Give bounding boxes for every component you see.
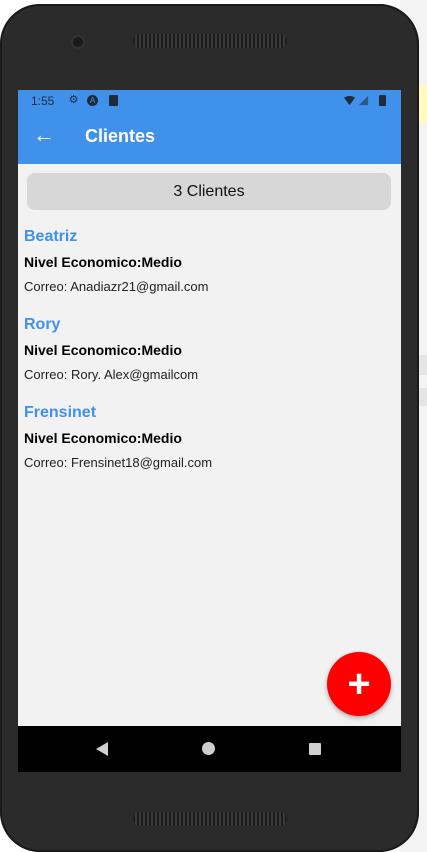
client-item[interactable]: Rory Nivel Economico:Medio Correo: Rory.… (24, 316, 384, 382)
nav-home-icon[interactable] (202, 742, 215, 755)
add-client-button[interactable]: + (327, 652, 391, 716)
app-bar: ← Clientes (18, 112, 401, 164)
status-time: 1:55 (31, 94, 55, 108)
client-email: Correo: Rory. Alex@gmailcom (24, 367, 199, 382)
app-screen: 1:55 ⚙ A ← Clientes 3 Clientes Beatriz N… (18, 90, 401, 772)
nav-recents-icon[interactable] (309, 743, 321, 755)
phone-frame: 1:55 ⚙ A ← Clientes 3 Clientes Beatriz N… (0, 4, 419, 852)
signal-icon (358, 95, 369, 106)
top-speaker (133, 34, 287, 48)
status-bar: 1:55 ⚙ A (18, 90, 401, 112)
sd-card-icon (109, 95, 118, 106)
bottom-speaker (133, 812, 287, 826)
client-count-button[interactable]: 3 Clientes (27, 173, 391, 210)
client-item[interactable]: Frensinet Nivel Economico:Medio Correo: … (24, 404, 384, 470)
settings-icon: ⚙ (68, 94, 79, 106)
nav-back-icon[interactable] (96, 742, 108, 756)
client-email: Correo: Frensinet18@gmail.com (24, 455, 213, 470)
page-title: Clientes (85, 126, 156, 146)
client-name: Rory (24, 316, 61, 333)
client-name: Beatriz (24, 228, 78, 245)
client-item[interactable]: Beatriz Nivel Economico:Medio Correo: An… (24, 228, 384, 294)
client-name: Frensinet (24, 404, 97, 421)
client-email: Correo: Anadiazr21@gmail.com (24, 279, 209, 294)
client-economic-level: Nivel Economico:Medio (24, 430, 182, 446)
client-economic-level: Nivel Economico:Medio (24, 342, 182, 358)
app-notification-icon: A (87, 95, 98, 106)
battery-icon (379, 95, 386, 106)
wifi-icon (344, 95, 355, 106)
back-arrow-icon[interactable]: ← (33, 124, 55, 146)
front-camera (73, 37, 83, 47)
client-economic-level: Nivel Economico:Medio (24, 254, 182, 270)
system-navigation-bar (18, 726, 401, 772)
